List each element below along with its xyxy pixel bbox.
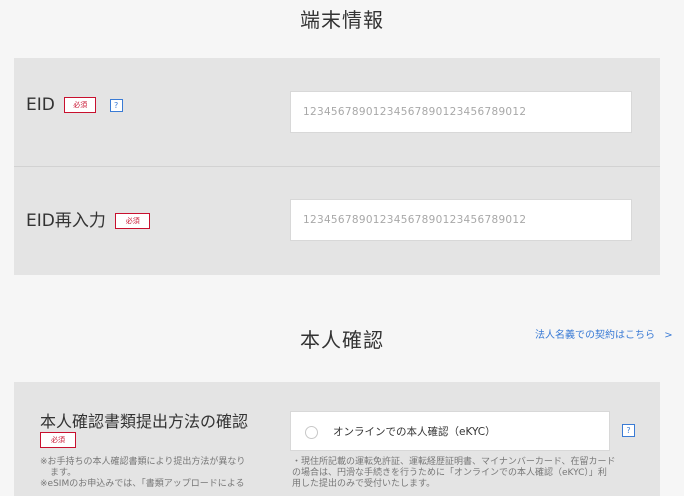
- eid-input[interactable]: 12345678901234567890123456789012: [290, 91, 632, 133]
- device-section-title: 端末情報: [300, 8, 384, 32]
- chevron-right-icon: >: [664, 330, 673, 341]
- method-label: 本人確認書類提出方法の確認: [40, 412, 249, 431]
- row-divider: [14, 166, 660, 167]
- method-note-line: ※お手持ちの本人確認書類により提出方法が異なり: [40, 457, 246, 467]
- help-icon[interactable]: ?: [109, 98, 123, 112]
- help-icon[interactable]: ?: [622, 424, 635, 437]
- eid-label: EID: [26, 95, 55, 115]
- eid-label-group: EID 必須 ?: [26, 95, 123, 115]
- corporate-link-text: 法人名義での契約はこちら: [535, 330, 655, 341]
- eid-confirm-label-group: EID再入力 必須: [26, 206, 151, 231]
- ekyc-description: ・現住所記載の運転免許証、運転経歴証明書、マイナンバーカード、在留カード の場合…: [292, 457, 652, 490]
- required-badge: 必須: [115, 213, 151, 229]
- method-note-line: ます。: [50, 468, 77, 478]
- ekyc-description-line: の場合は、円滑な手続きを行うために「オンラインでの本人確認（eKYC）」利: [292, 468, 607, 478]
- ekyc-description-line: ・現住所記載の運転免許証、運転経歴証明書、マイナンバーカード、在留カード: [292, 457, 616, 467]
- eid-confirm-label: EID再入力: [26, 211, 106, 231]
- method-note: ※お手持ちの本人確認書類により提出方法が異なり ます。 ※eSIMのお申込みでは…: [40, 457, 280, 490]
- radio-button[interactable]: [305, 426, 318, 439]
- required-badge: 必須: [40, 432, 76, 448]
- ekyc-option-label: オンラインでの本人確認（eKYC）: [333, 426, 496, 438]
- eid-confirm-input[interactable]: 12345678901234567890123456789012: [290, 199, 632, 241]
- ekyc-option[interactable]: オンラインでの本人確認（eKYC）: [290, 411, 610, 451]
- ekyc-description-line: 用した提出のみで受付いたします。: [292, 479, 436, 489]
- corporate-contract-link[interactable]: 法人名義での契約はこちら >: [535, 326, 673, 341]
- method-note-line: ※eSIMのお申込みでは、「書類アップロードによる: [40, 479, 245, 489]
- required-badge: 必須: [64, 97, 97, 113]
